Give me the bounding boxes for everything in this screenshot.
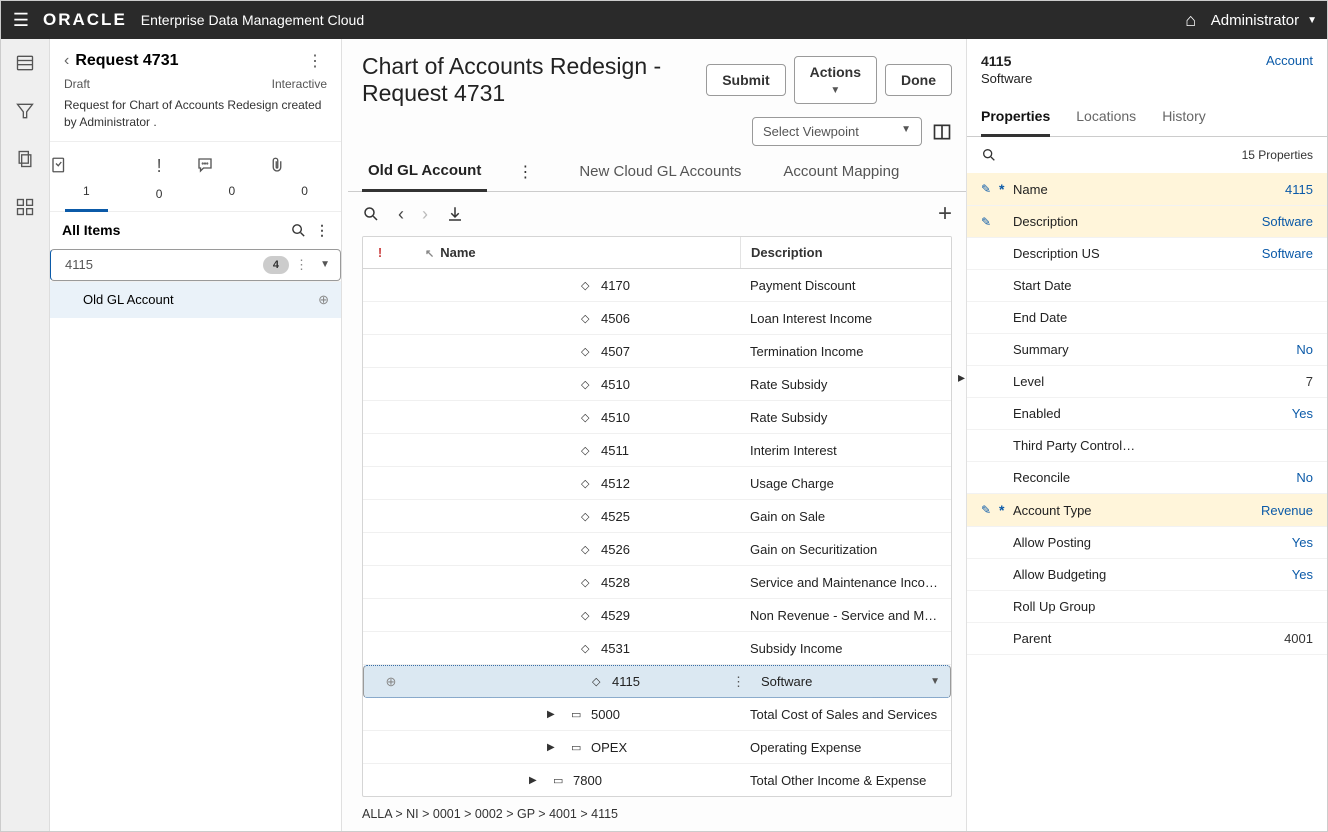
actions-button[interactable]: Actions [794, 56, 877, 104]
tab-locations[interactable]: Locations [1076, 98, 1136, 136]
request-mode: Interactive [272, 77, 327, 91]
request-tab-icons: 1 !0 0 0 [50, 142, 341, 211]
search-icon[interactable] [290, 222, 307, 239]
tree-next-icon: › [422, 204, 428, 225]
col-flag[interactable]: ! [363, 237, 397, 268]
all-items-header: All Items ⋮ [50, 211, 341, 249]
table-row[interactable]: ◇4528Service and Maintenance Income [363, 566, 951, 599]
list-item[interactable]: Old GL Account⊕ [50, 281, 341, 318]
user-menu[interactable]: Administrator▼ [1211, 12, 1317, 29]
table-row[interactable]: ◇4529Non Revenue - Service and Ma... [363, 599, 951, 632]
tab-properties[interactable]: Properties [981, 98, 1050, 137]
detail-name: Software [981, 71, 1032, 86]
tab-mapping[interactable]: Account Mapping [777, 153, 905, 190]
hamburger-icon[interactable]: ☰ [11, 10, 31, 31]
edit-icon[interactable]: ✎ [981, 182, 999, 196]
table-row[interactable]: ◇4511Interim Interest [363, 434, 951, 467]
request-panel: ‹ Request 4731 ⋮ Draft Interactive Reque… [50, 39, 342, 831]
done-button[interactable]: Done [885, 64, 952, 96]
property-row[interactable]: Level7 [967, 366, 1327, 398]
col-desc[interactable]: Description [740, 237, 951, 268]
property-row[interactable]: Allow PostingYes [967, 527, 1327, 559]
tree-search-icon[interactable] [362, 205, 380, 223]
property-row[interactable]: ✎*Account TypeRevenue [967, 494, 1327, 527]
detail-panel: 4115 Software Account Properties Locatio… [966, 39, 1327, 831]
section-more-icon[interactable]: ⋮ [315, 222, 329, 239]
table-row[interactable]: ◇4507Termination Income [363, 335, 951, 368]
columns-icon[interactable] [932, 122, 952, 142]
request-title: Request 4731 [75, 52, 297, 70]
table-row[interactable]: ⊕◇4115⋮Software [363, 665, 951, 698]
tab-alert-icon[interactable]: !0 [123, 150, 196, 211]
chevron-down-icon: ▼ [1307, 15, 1317, 26]
property-row[interactable]: ✎*Name4115 [967, 173, 1327, 206]
tree-prev-icon[interactable]: ‹ [398, 204, 404, 225]
list-item[interactable]: 41154⋮ [50, 249, 341, 281]
detail-type-link[interactable]: Account [1266, 53, 1313, 68]
back-icon[interactable]: ‹ [64, 52, 69, 70]
property-row[interactable]: ✎DescriptionSoftware [967, 206, 1327, 238]
rail-filter-icon[interactable] [13, 99, 37, 123]
page-header: Chart of Accounts Redesign - Request 473… [348, 39, 966, 111]
edit-icon[interactable]: ✎ [981, 503, 999, 517]
property-row[interactable]: End Date [967, 302, 1327, 334]
rail-doc-icon[interactable] [13, 147, 37, 171]
table-row[interactable]: ◇4526Gain on Securitization [363, 533, 951, 566]
viewpoint-tabs: Old GL Account ⋮ New Cloud GL Accounts A… [348, 152, 966, 192]
rail-apps-icon[interactable] [13, 195, 37, 219]
global-header: ☰ ORACLE Enterprise Data Management Clou… [1, 1, 1327, 39]
table-row[interactable]: ▶▭OPEXOperating Expense [363, 731, 951, 764]
tab-old-gl[interactable]: Old GL Account [362, 152, 487, 192]
add-node-icon[interactable]: + [938, 200, 952, 228]
property-row[interactable]: Parent4001 [967, 623, 1327, 655]
rail-list-icon[interactable] [13, 51, 37, 75]
property-row[interactable]: Allow BudgetingYes [967, 559, 1327, 591]
tab-comment-icon[interactable]: 0 [196, 150, 269, 211]
table-row[interactable]: ◇4170Payment Discount [363, 269, 951, 302]
property-row[interactable]: EnabledYes [967, 398, 1327, 430]
property-row[interactable]: Description USSoftware [967, 238, 1327, 270]
row-more-icon[interactable]: ⋮ [732, 674, 745, 690]
brand-logo: ORACLE [43, 10, 127, 30]
nav-rail [1, 39, 50, 831]
props-count: 15 Properties [1242, 148, 1313, 162]
table-row[interactable]: ◇4510Rate Subsidy [363, 401, 951, 434]
viewpoint-select[interactable]: Select Viewpoint [752, 117, 922, 146]
request-description: Request for Chart of Accounts Redesign c… [64, 97, 327, 131]
property-row[interactable]: Start Date [967, 270, 1327, 302]
prop-search-icon[interactable] [981, 147, 997, 163]
tab-history[interactable]: History [1162, 98, 1206, 136]
col-name[interactable]: ↖Name [397, 237, 740, 268]
table-row[interactable]: ◇4512Usage Charge [363, 467, 951, 500]
table-row[interactable]: ◇4510Rate Subsidy [363, 368, 951, 401]
property-row[interactable]: ReconcileNo [967, 462, 1327, 494]
property-row[interactable]: Third Party Control… [967, 430, 1327, 462]
item-more-icon[interactable]: ⋮ [295, 257, 308, 273]
detail-code: 4115 [981, 53, 1032, 69]
page-title: Chart of Accounts Redesign - Request 473… [362, 53, 690, 107]
tab-items-icon[interactable]: 1 [50, 150, 123, 211]
home-icon[interactable]: ⌂ [1181, 10, 1201, 31]
add-icon[interactable]: ⊕ [318, 292, 329, 308]
table-row[interactable]: ◇4506Loan Interest Income [363, 302, 951, 335]
breadcrumb: ALLA > NI > 0001 > 0002 > GP > 4001 > 41… [348, 797, 966, 831]
table-row[interactable]: ◇4531Subsidy Income [363, 632, 951, 665]
table-row[interactable]: ◇4525Gain on Sale [363, 500, 951, 533]
table-row[interactable]: ▶▭5000Total Cost of Sales and Services [363, 698, 951, 731]
request-more-icon[interactable]: ⋮ [303, 51, 327, 71]
property-row[interactable]: SummaryNo [967, 334, 1327, 366]
grid-header: ! ↖Name Description [363, 237, 951, 269]
table-row[interactable]: ▶▭7800Total Other Income & Expense [363, 764, 951, 796]
tab-more-icon[interactable]: ⋮ [517, 162, 533, 182]
edit-icon[interactable]: ✎ [981, 215, 999, 229]
request-status: Draft [64, 77, 90, 91]
product-name: Enterprise Data Management Cloud [141, 12, 364, 28]
download-icon[interactable] [446, 205, 464, 223]
tab-attach-icon[interactable]: 0 [268, 150, 341, 211]
tab-new-cloud[interactable]: New Cloud GL Accounts [573, 153, 747, 190]
property-row[interactable]: Roll Up Group [967, 591, 1327, 623]
submit-button[interactable]: Submit [706, 64, 785, 96]
